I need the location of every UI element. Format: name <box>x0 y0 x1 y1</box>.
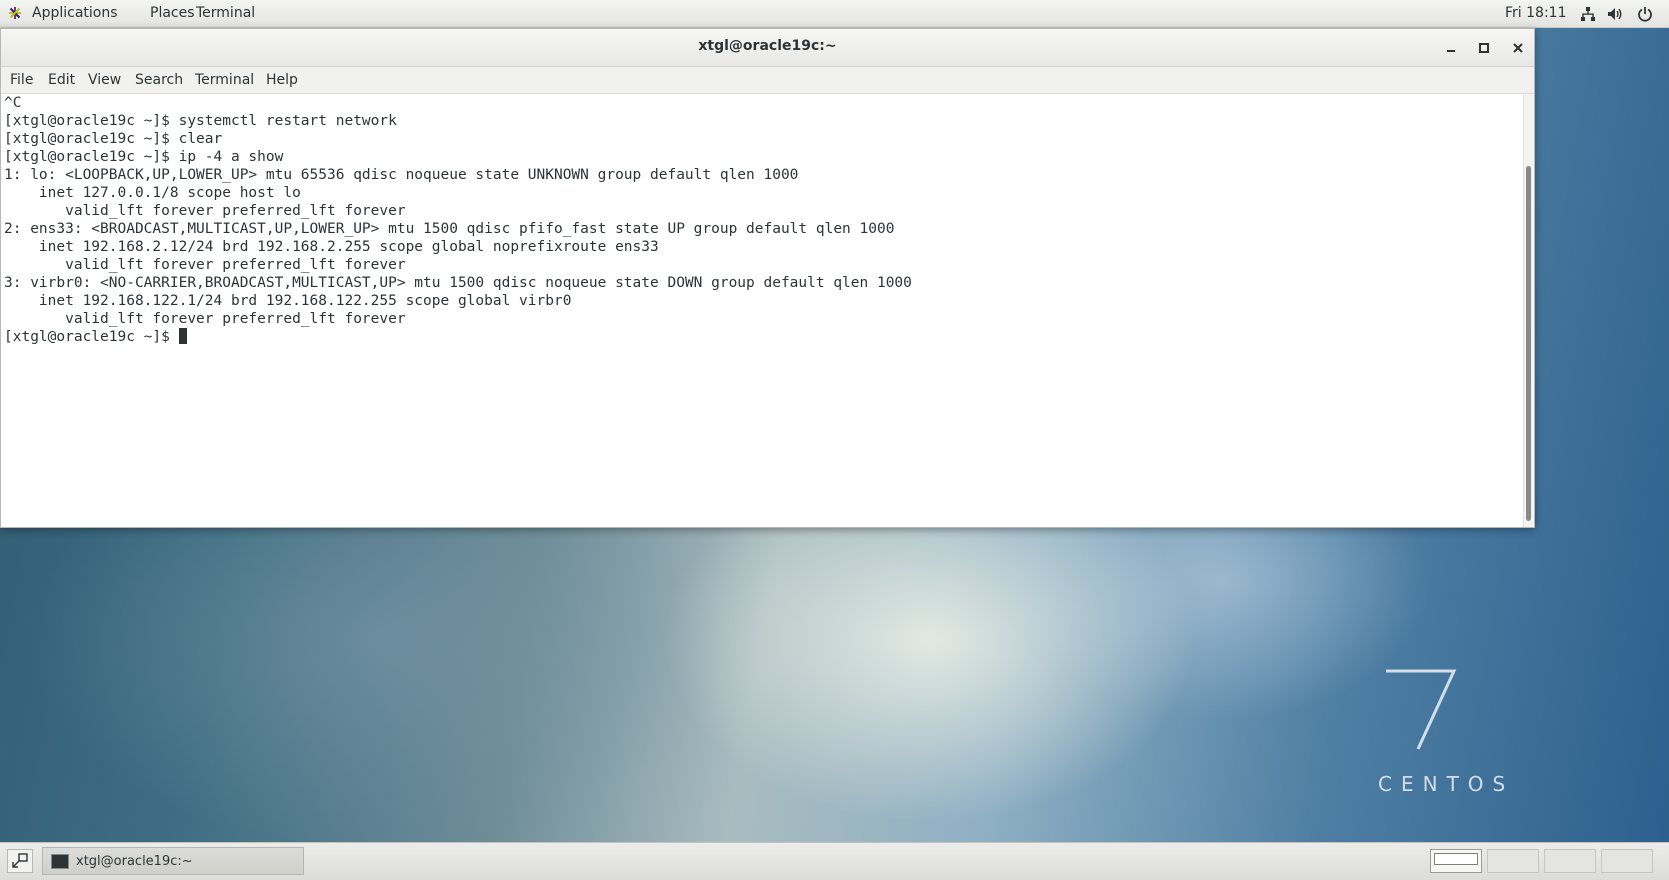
menu-view[interactable]: View <box>88 72 121 88</box>
terminal-icon <box>51 854 69 869</box>
terminal-line: [xtgl@oracle19c ~]$ ip -4 a show <box>4 149 284 165</box>
top-panel: Applications Places Terminal Fri 18:11 <box>0 0 1669 28</box>
title-bar[interactable]: xtgl@oracle19c:~ <box>1 29 1534 67</box>
terminal-line: inet 192.168.122.1/24 brd 192.168.122.25… <box>4 293 572 309</box>
applications-menu[interactable]: Applications <box>32 5 118 21</box>
terminal-line: [xtgl@oracle19c ~]$ clear <box>4 131 223 147</box>
bottom-panel: xtgl@oracle19c:~ <box>0 842 1669 880</box>
terminal-line: valid_lft forever preferred_lft forever <box>4 311 406 327</box>
show-desktop-button[interactable] <box>7 849 33 873</box>
window-menubar: File Edit View Search Terminal Help <box>1 67 1534 94</box>
text-cursor <box>178 328 187 344</box>
volume-icon[interactable] <box>1607 6 1623 22</box>
terminal-window: xtgl@oracle19c:~ File Edit View Search T… <box>0 28 1535 528</box>
maximize-icon[interactable] <box>1474 38 1494 58</box>
taskbar-terminal-item[interactable]: xtgl@oracle19c:~ <box>42 847 304 875</box>
network-icon[interactable] <box>1580 6 1596 22</box>
terminal-line: 2: ens33: <BROADCAST,MULTICAST,UP,LOWER_… <box>4 221 895 237</box>
terminal-line: inet 192.168.2.12/24 brd 192.168.2.255 s… <box>4 239 659 255</box>
centos-logo-text: CENTOS <box>1378 772 1515 796</box>
power-icon[interactable] <box>1637 6 1653 22</box>
terminal-line: inet 127.0.0.1/8 scope host lo <box>4 185 301 201</box>
terminal-line: [xtgl@oracle19c ~]$ systemctl restart ne… <box>4 113 397 129</box>
terminal-app-menu[interactable]: Terminal <box>196 5 255 21</box>
menu-terminal[interactable]: Terminal <box>195 72 254 88</box>
close-icon[interactable] <box>1508 38 1528 58</box>
terminal-scrollbar[interactable] <box>1523 94 1533 527</box>
menu-help[interactable]: Help <box>266 72 298 88</box>
workspace-3[interactable] <box>1544 849 1596 873</box>
workspace-1[interactable] <box>1430 849 1482 873</box>
menu-edit[interactable]: Edit <box>48 72 75 88</box>
centos-seven-logo <box>1386 669 1457 750</box>
applications-icon[interactable] <box>8 6 22 20</box>
terminal-line: valid_lft forever preferred_lft forever <box>4 257 406 273</box>
show-desktop-icon <box>12 853 28 868</box>
menu-search[interactable]: Search <box>135 72 183 88</box>
terminal-line: valid_lft forever preferred_lft forever <box>4 203 406 219</box>
terminal-line: ^C <box>4 95 22 111</box>
prompt-line[interactable]: [xtgl@oracle19c ~]$ <box>1 328 1526 346</box>
terminal-line: 3: virbr0: <NO-CARRIER,BROADCAST,MULTICA… <box>4 275 912 291</box>
taskbar-item-label: xtgl@oracle19c:~ <box>76 854 193 869</box>
terminal-output[interactable]: ^C [xtgl@oracle19c ~]$ systemctl restart… <box>1 94 1526 527</box>
minimize-icon[interactable] <box>1441 38 1461 58</box>
window-title: xtgl@oracle19c:~ <box>698 38 837 54</box>
workspace-4[interactable] <box>1601 849 1653 873</box>
scrollbar-thumb[interactable] <box>1526 166 1531 521</box>
terminal-line: 1: lo: <LOOPBACK,UP,LOWER_UP> mtu 65536 … <box>4 167 799 183</box>
clock[interactable]: Fri 18:11 <box>1505 5 1566 21</box>
places-menu[interactable]: Places <box>150 5 195 21</box>
workspace-2[interactable] <box>1487 849 1539 873</box>
menu-file[interactable]: File <box>10 72 33 88</box>
prompt: [xtgl@oracle19c ~]$ <box>4 329 179 345</box>
